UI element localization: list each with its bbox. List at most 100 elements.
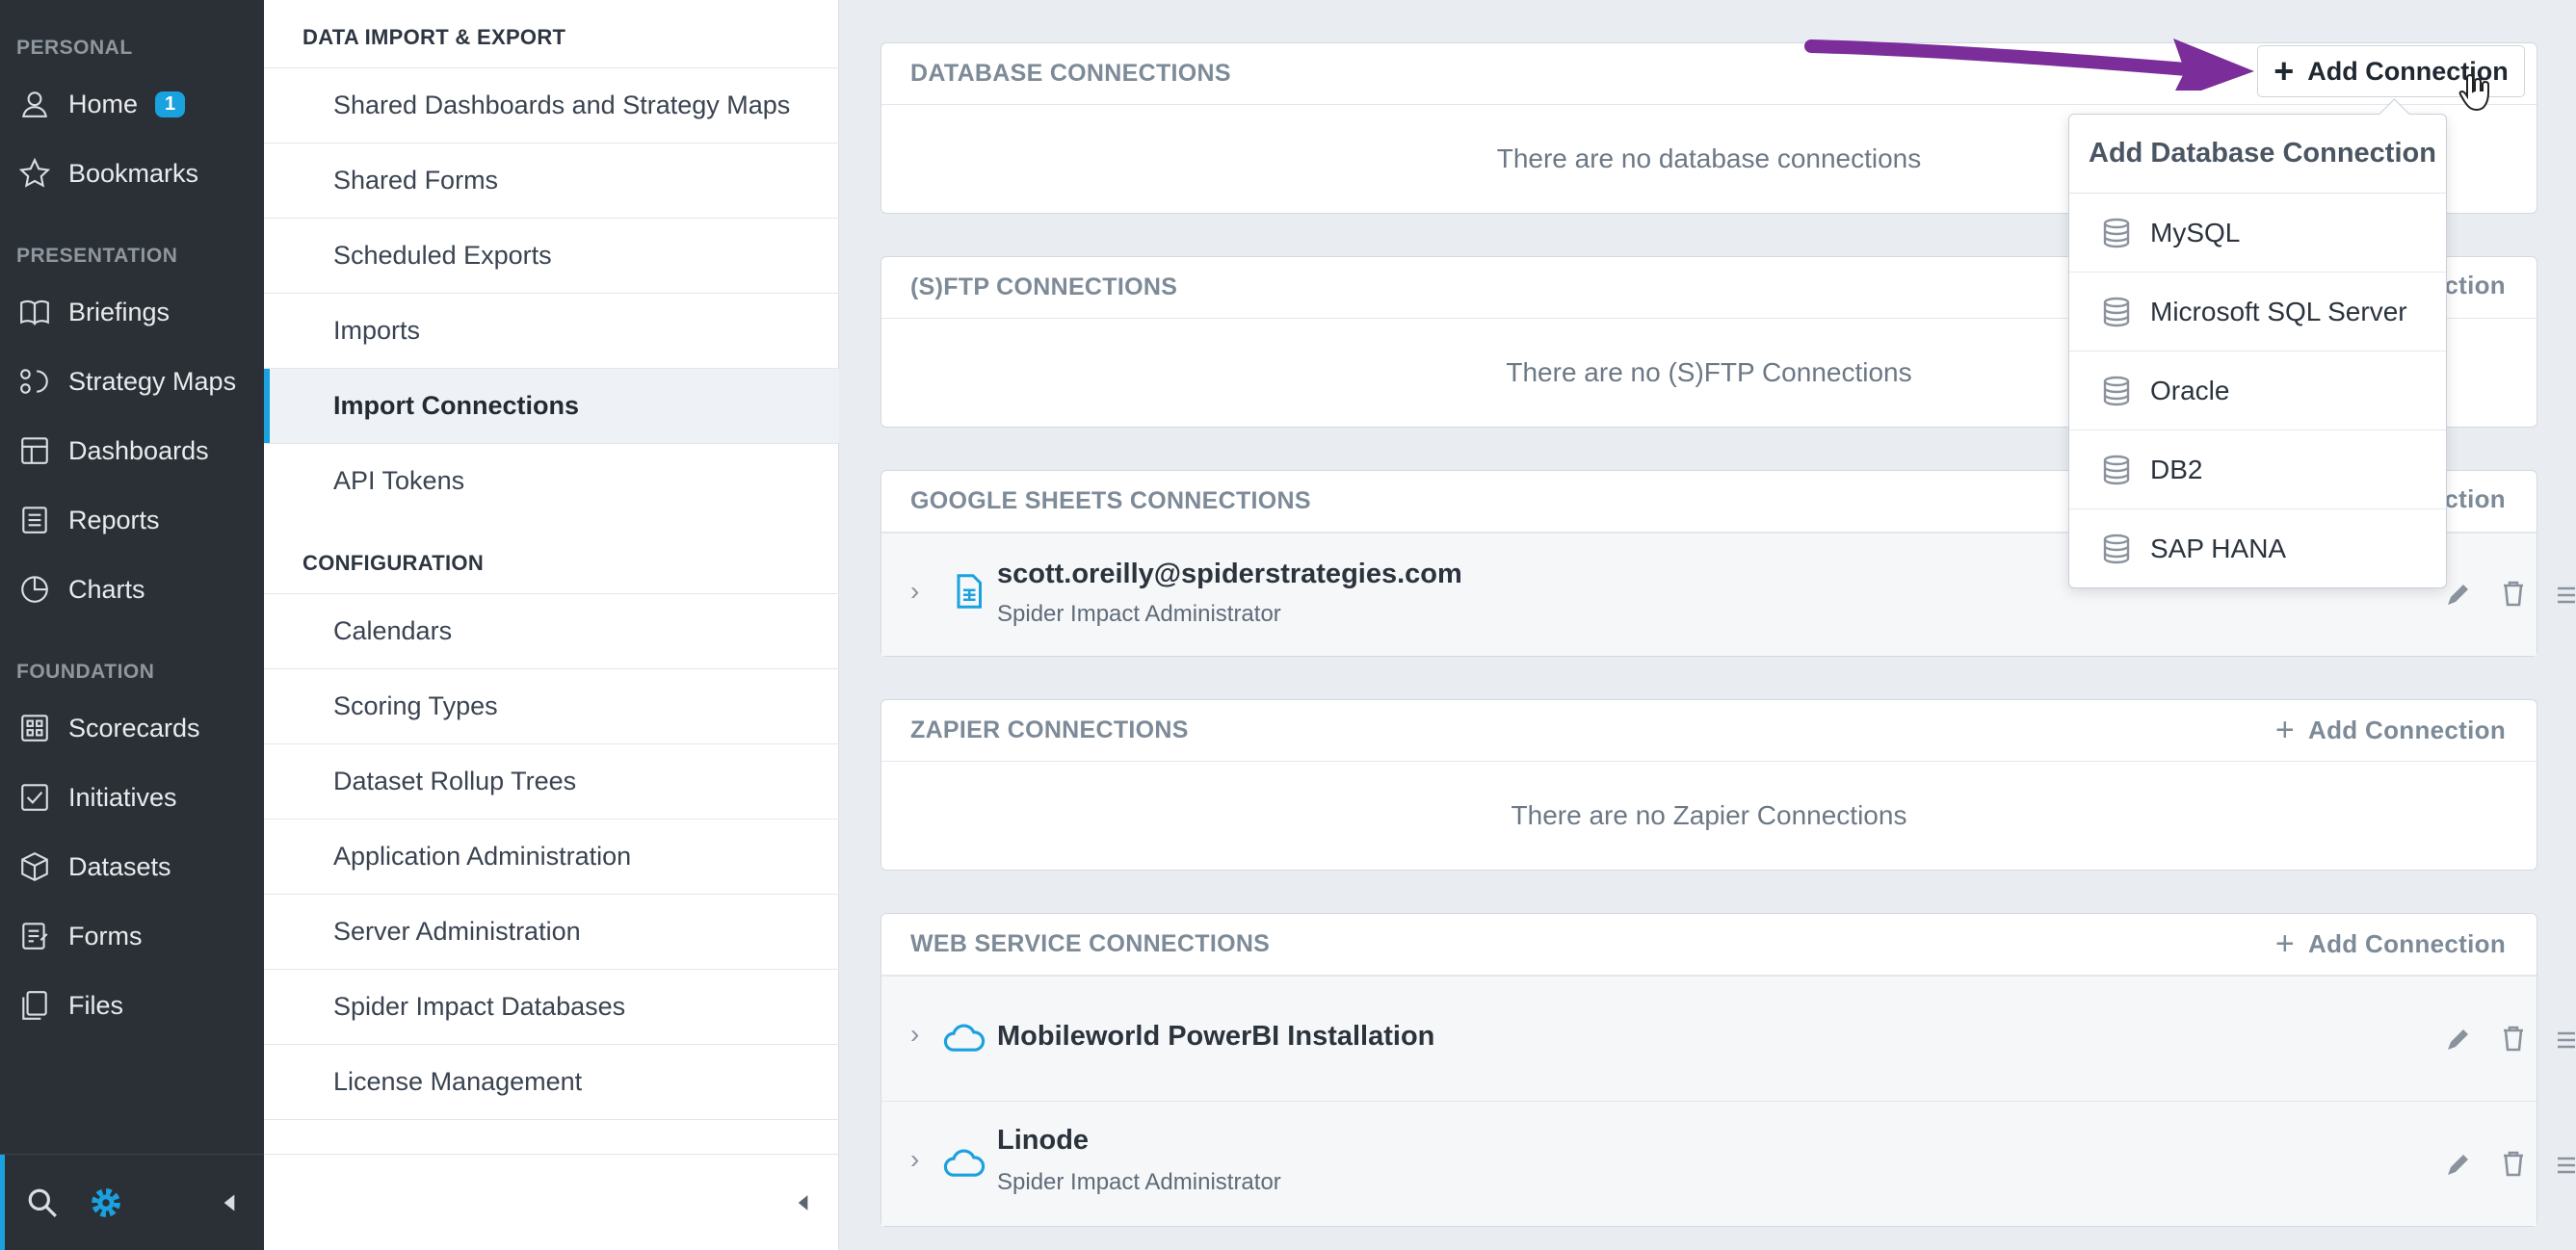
panel-web-service-connections: WEB SERVICE CONNECTIONS + Add Connection … [881, 913, 2575, 1227]
collapse-sidebar-icon[interactable] [210, 1184, 249, 1222]
nav-item-api-tokens[interactable]: API Tokens [264, 443, 839, 518]
nav-heading-data-import: DATA IMPORT & EXPORT [302, 25, 566, 49]
sidebar-item-briefings[interactable]: Briefings [0, 283, 264, 341]
nav-item-imports[interactable]: Imports [264, 293, 839, 368]
expand-chevron-icon[interactable]: › [910, 1019, 919, 1050]
sidebar-item-initiatives[interactable]: Initiatives [0, 768, 264, 826]
sidebar-item-label: Initiatives [68, 782, 177, 812]
gear-icon[interactable] [87, 1184, 125, 1222]
trash-icon[interactable] [2498, 578, 2529, 609]
add-database-connection-menu: Add Database Connection MySQL Microsoft … [2068, 114, 2447, 588]
panel-title: ZAPIER CONNECTIONS + Add Connection [881, 700, 2537, 762]
sidebar-item-label: Charts [68, 574, 145, 604]
edit-icon[interactable] [2442, 580, 2473, 611]
nav-item-server-administration[interactable]: Server Administration [264, 894, 839, 969]
nav-footer [264, 1154, 839, 1250]
menu-item-sql-server[interactable]: Microsoft SQL Server [2069, 273, 2446, 352]
nav-item-shared-dashboards[interactable]: Shared Dashboards and Strategy Maps [264, 67, 839, 143]
nav-item-shared-forms[interactable]: Shared Forms [264, 143, 839, 218]
edit-icon[interactable] [2442, 1025, 2473, 1055]
collapse-nav-icon[interactable] [790, 1189, 817, 1216]
spreadsheet-icon [949, 572, 987, 611]
strategy-map-icon [16, 363, 53, 400]
pie-chart-icon [16, 571, 53, 608]
sidebar-item-dashboards[interactable]: Dashboards [0, 422, 264, 480]
nav-item-spider-impact-databases[interactable]: Spider Impact Databases [264, 969, 839, 1044]
book-icon [16, 294, 53, 330]
annotation-arrow-icon [1804, 39, 2254, 91]
section-foundation: FOUNDATION [16, 661, 155, 683]
sidebar-item-label: Briefings [68, 297, 171, 326]
menu-item-db2[interactable]: DB2 [2069, 430, 2446, 509]
user-icon [16, 86, 53, 122]
search-icon[interactable] [23, 1184, 62, 1222]
sidebar-item-label: Bookmarks [68, 158, 199, 188]
trash-icon[interactable] [2498, 1148, 2529, 1179]
drag-handle-icon[interactable] [2556, 1150, 2575, 1181]
plus-icon: + [2274, 51, 2295, 91]
nav-item-import-connections[interactable]: Import Connections [264, 368, 839, 444]
sidebar-item-reports[interactable]: Reports [0, 491, 264, 549]
panel-zapier-connections: ZAPIER CONNECTIONS + Add Connection There… [881, 699, 2537, 871]
section-presentation: PRESENTATION [16, 245, 178, 267]
plus-icon: + [2274, 925, 2296, 962]
menu-item-label: MySQL [2150, 217, 2241, 247]
nav-heading-configuration: CONFIGURATION [302, 551, 485, 575]
edit-icon[interactable] [2442, 1150, 2473, 1181]
trash-icon[interactable] [2498, 1023, 2529, 1054]
menu-item-label: Microsoft SQL Server [2150, 296, 2407, 326]
menu-item-mysql[interactable]: MySQL [2069, 194, 2446, 273]
menu-item-oracle[interactable]: Oracle [2069, 352, 2446, 430]
nav-item-license-management[interactable]: License Management [264, 1044, 839, 1119]
database-icon [2103, 455, 2130, 484]
menu-item-sap-hana[interactable]: SAP HANA [2069, 509, 2446, 588]
sidebar-item-forms[interactable]: Forms [0, 907, 264, 965]
nav-item-scoring-types[interactable]: Scoring Types [264, 668, 839, 743]
sidebar-item-charts[interactable]: Charts [0, 560, 264, 618]
hand-cursor-icon [2458, 73, 2489, 112]
star-icon [16, 155, 53, 192]
files-icon [16, 987, 53, 1024]
nav-item-dataset-rollup-trees[interactable]: Dataset Rollup Trees [264, 743, 839, 819]
sidebar-item-bookmarks[interactable]: Bookmarks [0, 144, 264, 202]
connection-subtitle: Spider Impact Administrator [997, 601, 1281, 627]
sidebar-item-strategy-maps[interactable]: Strategy Maps [0, 352, 264, 410]
add-zapier-connection-button[interactable]: + Add Connection [2275, 714, 2506, 746]
sidebar-item-label: Scorecards [68, 713, 200, 742]
nav-item-scheduled-exports[interactable]: Scheduled Exports [264, 218, 839, 293]
plus-icon: + [2274, 712, 2296, 748]
panel-title: WEB SERVICE CONNECTIONS + Add Connection [881, 914, 2537, 976]
nav-item-calendars[interactable]: Calendars [264, 593, 839, 668]
connection-subtitle: Spider Impact Administrator [997, 1169, 1281, 1195]
database-icon [2103, 376, 2130, 405]
drag-handle-icon[interactable] [2556, 1025, 2575, 1055]
sidebar-item-home[interactable]: Home 1 [0, 75, 264, 133]
expand-chevron-icon[interactable]: › [910, 1144, 919, 1175]
sidebar-item-label: Files [68, 990, 124, 1020]
panel-title-text: WEB SERVICE CONNECTIONS [910, 930, 1271, 957]
sidebar-item-scorecards[interactable]: Scorecards [0, 699, 264, 757]
sidebar-item-files[interactable]: Files [0, 977, 264, 1034]
nav-item-application-administration[interactable]: Application Administration [264, 819, 839, 894]
cloud-icon [943, 1144, 986, 1183]
add-label: Add Connection [2308, 715, 2506, 744]
add-web-service-connection-button[interactable]: + Add Connection [2275, 927, 2506, 960]
database-icon [2103, 218, 2130, 247]
sidebar-item-datasets[interactable]: Datasets [0, 838, 264, 896]
panel-title-text: DATABASE CONNECTIONS [910, 60, 1231, 87]
section-personal: PERSONAL [16, 37, 133, 59]
report-icon [16, 502, 53, 538]
connection-row[interactable]: › Mobileworld PowerBI Installation [881, 976, 2575, 1101]
sidebar-footer [0, 1154, 264, 1250]
connection-title: Mobileworld PowerBI Installation [997, 1021, 1435, 1052]
sidebar-item-label: Dashboards [68, 435, 209, 465]
expand-chevron-icon[interactable]: › [910, 576, 919, 607]
drag-handle-icon[interactable] [2556, 580, 2575, 611]
menu-title: Add Database Connection [2069, 115, 2446, 194]
active-accent [0, 1155, 5, 1250]
main-sidebar: PERSONAL Home 1 Bookmarks PRESENTATION B… [0, 0, 264, 1250]
connection-title: scott.oreilly@spiderstrategies.com [997, 559, 1462, 589]
connection-row[interactable]: › Linode Spider Impact Administrator [881, 1101, 2575, 1226]
sidebar-item-label: Forms [68, 921, 143, 951]
empty-message: There are no Zapier Connections [1511, 800, 1907, 830]
